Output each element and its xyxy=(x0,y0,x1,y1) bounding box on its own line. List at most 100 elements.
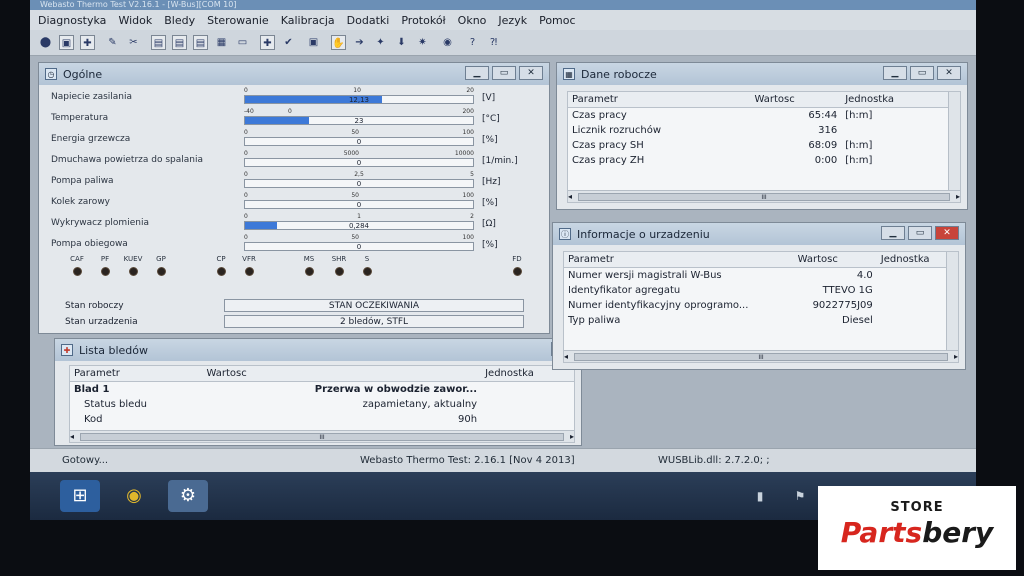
info-vertical-scrollbar[interactable] xyxy=(946,252,958,350)
window-two-icon[interactable]: ▤ xyxy=(172,35,187,50)
start-button-icon[interactable]: ⊞ xyxy=(60,480,100,512)
thermo-test-taskbar-icon[interactable]: ⚙ xyxy=(168,480,208,512)
table-row[interactable]: Blad 1 Przerwa w obwodzie zawor... xyxy=(70,382,574,398)
menu-okno[interactable]: Okno xyxy=(458,14,487,27)
gauge-tick-label: 1 xyxy=(357,213,361,220)
table-row[interactable]: Czas pracy 65:44 [h:m] xyxy=(568,108,948,124)
connect-icon[interactable]: ⬤ xyxy=(38,35,53,50)
menu-sterowanie[interactable]: Sterowanie xyxy=(207,14,269,27)
context-help-icon[interactable]: ⁈ xyxy=(486,35,501,50)
tools-icon[interactable]: ✂ xyxy=(126,35,141,50)
stan-urzadzenia-row: Stan urzadzenia 2 bledów, STFL xyxy=(39,315,539,329)
led-dot-icon xyxy=(72,267,82,276)
network-tray-icon[interactable]: ▮ xyxy=(740,480,780,512)
scroll-thumb[interactable]: III xyxy=(80,432,564,441)
info-minimize-button[interactable]: ▁ xyxy=(881,226,905,240)
arrow-down-icon[interactable]: ⬇ xyxy=(394,35,409,50)
info-col-jednostka[interactable]: Jednostka xyxy=(876,252,946,268)
status-ready: Gotowy... xyxy=(62,455,109,466)
gauge-tick-label: 100 xyxy=(462,234,474,241)
error-list-window-icon: ✚ xyxy=(61,344,73,356)
chart-icon[interactable]: ▦ xyxy=(214,35,229,50)
scroll-thumb[interactable]: III xyxy=(578,192,950,201)
table-row[interactable]: Czas pracy SH 68:09 [h:m] xyxy=(568,138,948,153)
help-icon[interactable]: ? xyxy=(465,35,480,50)
device-icon[interactable]: ▣ xyxy=(59,35,74,50)
dane-col-jednostka[interactable]: Jednostka xyxy=(841,92,948,108)
terminal-icon[interactable]: ▣ xyxy=(306,35,321,50)
info-title-bar: ⓘ Informacje o urzadzeniu ▁ ▭ ✕ xyxy=(553,223,965,245)
table-row[interactable]: Status bledu zapamietany, aktualny xyxy=(70,397,574,412)
table-row[interactable]: Numer wersji magistrali W-Bus 4.0 xyxy=(564,268,946,284)
table-row[interactable]: Kod 90h xyxy=(70,412,574,427)
dane-robocze-window: ▦ Dane robocze ▁ ▭ ✕ Parametr Wartosc Je… xyxy=(556,62,968,210)
gauge-scale: -40 0 200 xyxy=(244,108,474,115)
logo-brand-part-a: Parts xyxy=(840,516,923,549)
dane-restore-button[interactable]: ▭ xyxy=(910,66,934,80)
dane-horizontal-scrollbar[interactable]: ◂ III ▸ xyxy=(568,190,960,202)
table-row[interactable]: Czas pracy ZH 0:00 [h:m] xyxy=(568,153,948,168)
info-col-parametr[interactable]: Parametr xyxy=(564,252,794,268)
arrow-star-icon[interactable]: ✦ xyxy=(373,35,388,50)
table-row[interactable]: Licznik rozruchów 316 xyxy=(568,123,948,138)
restore-button[interactable]: ▭ xyxy=(492,66,516,80)
scroll-right-icon[interactable]: ▸ xyxy=(570,432,574,441)
chrome-icon[interactable]: ◉ xyxy=(114,480,154,512)
scroll-left-icon[interactable]: ◂ xyxy=(70,432,74,441)
flag-tray-icon[interactable]: ⚑ xyxy=(780,480,820,512)
scroll-left-icon[interactable]: ◂ xyxy=(568,192,572,201)
check-icon[interactable]: ✔ xyxy=(281,35,296,50)
info-col-wartosc[interactable]: Wartosc xyxy=(793,252,877,268)
info-window-icon: ⓘ xyxy=(559,228,571,240)
window-three-icon[interactable]: ▤ xyxy=(193,35,208,50)
lista-col-parametr[interactable]: Parametr xyxy=(70,366,203,382)
error-list-icon[interactable]: ✚ xyxy=(80,35,95,50)
scroll-right-icon[interactable]: ▸ xyxy=(956,192,960,201)
menu-pomoc[interactable]: Pomoc xyxy=(539,14,575,27)
window-one-icon[interactable]: ▤ xyxy=(151,35,166,50)
menu-protokol[interactable]: Protokół xyxy=(401,14,445,27)
app-title: Webasto Thermo Test V2.16.1 - [W-Bus][CO… xyxy=(40,0,237,9)
menu-jezyk[interactable]: Jezyk xyxy=(498,14,527,27)
gauge-unit: [Hz] xyxy=(482,177,501,187)
info-restore-button[interactable]: ▭ xyxy=(908,226,932,240)
scroll-left-icon[interactable]: ◂ xyxy=(564,352,568,361)
scroll-right-icon[interactable]: ▸ xyxy=(954,352,958,361)
gauge-bar: 0 xyxy=(244,200,474,209)
dane-vertical-scrollbar[interactable] xyxy=(948,92,960,190)
dane-close-button[interactable]: ✕ xyxy=(937,66,961,80)
gauge-value: 0 xyxy=(356,159,362,167)
cell-param: Numer wersji magistrali W-Bus xyxy=(568,270,722,281)
gauge-tick-label: 0 xyxy=(244,192,248,199)
dane-col-parametr[interactable]: Parametr xyxy=(568,92,751,108)
close-button[interactable]: ✕ xyxy=(519,66,543,80)
scroll-thumb[interactable]: III xyxy=(574,352,948,361)
dane-minimize-button[interactable]: ▁ xyxy=(883,66,907,80)
table-row[interactable]: Typ paliwa Diesel xyxy=(564,313,946,328)
minimize-button[interactable]: ▁ xyxy=(465,66,489,80)
menu-dodatki[interactable]: Dodatki xyxy=(347,14,390,27)
dane-col-wartosc[interactable]: Wartosc xyxy=(750,92,842,108)
logo-brand-part-b: bery xyxy=(922,516,994,549)
menu-bledy[interactable]: Bledy xyxy=(164,14,195,27)
info-horizontal-scrollbar[interactable]: ◂ III ▸ xyxy=(564,350,958,362)
menu-widok[interactable]: Widok xyxy=(118,14,152,27)
gauge-tick-label: 20 xyxy=(466,87,474,94)
menu-diagnostyka[interactable]: Diagnostyka xyxy=(38,14,106,27)
stan-roboczy-label: Stan roboczy xyxy=(65,301,124,311)
menu-kalibracja[interactable]: Kalibracja xyxy=(281,14,335,27)
gauge-tick-label: 0 xyxy=(244,150,248,157)
lista-col-wartosc[interactable]: Wartosc xyxy=(202,366,482,382)
table-row[interactable]: Identyfikator agregatu TTEVO 1G xyxy=(564,283,946,298)
gauge-row: Pompa obiegowa 0 50 100 0 [%] xyxy=(39,234,539,254)
settings-arrow-icon[interactable]: ✷ xyxy=(415,35,430,50)
table-icon[interactable]: ▭ xyxy=(235,35,250,50)
hand-icon[interactable]: ✋ xyxy=(331,35,346,50)
arrow-right-icon[interactable]: ➔ xyxy=(352,35,367,50)
add-icon[interactable]: ✚ xyxy=(260,35,275,50)
stop-icon[interactable]: ◉ xyxy=(440,35,455,50)
tool-icon[interactable]: ✎ xyxy=(105,35,120,50)
lista-horizontal-scrollbar[interactable]: ◂ III ▸ xyxy=(70,430,574,442)
table-row[interactable]: Numer identyfikacyjny oprogramo... 90227… xyxy=(564,298,946,313)
info-close-button[interactable]: ✕ xyxy=(935,226,959,240)
